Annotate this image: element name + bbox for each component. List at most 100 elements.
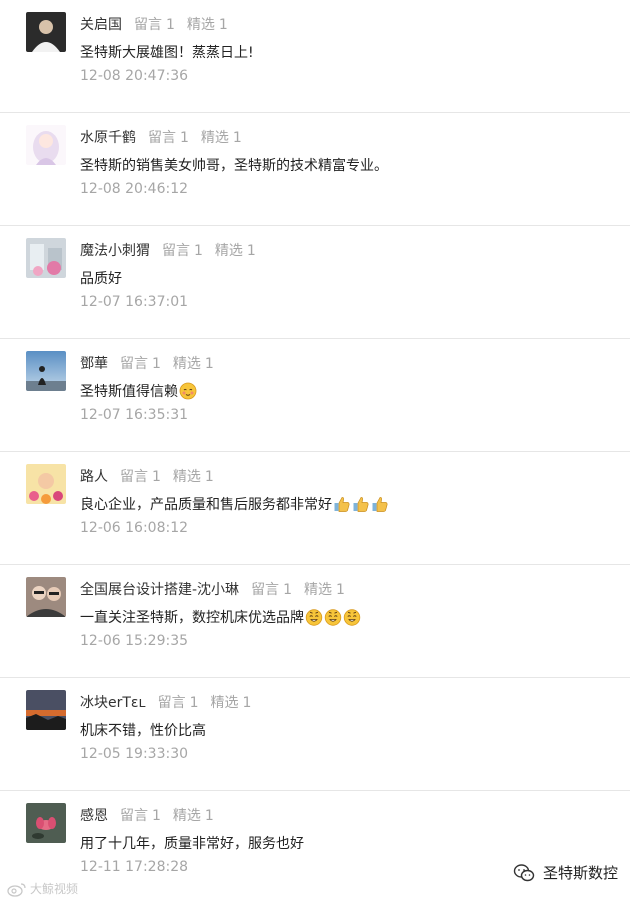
reply-stat: 留言 1 [251, 582, 292, 598]
weibo-logo-icon [7, 882, 26, 897]
comment-text-content: 一直关注圣特斯，数控机床优选品牌 [80, 610, 304, 626]
avatar[interactable] [26, 464, 66, 504]
comment-text-content: 机床不错，性价比高 [80, 723, 206, 739]
avatar[interactable] [26, 12, 66, 52]
select-label: 精选 [200, 130, 229, 146]
comment-text: 圣特斯大展雄图！蒸蒸日上! [80, 42, 254, 62]
comment-time: 12-06 16:08:12 [80, 520, 189, 536]
comment-text-content: 圣特斯值得信赖 [80, 384, 178, 400]
select-count: 1 [204, 469, 214, 485]
comment-text-content: 圣特斯大展雄图！蒸蒸日上! [80, 45, 254, 61]
reply-count: 1 [283, 582, 292, 598]
comment-time: 12-11 17:28:28 [80, 859, 189, 875]
watermark-left-text: 大鲸视频 [30, 882, 79, 896]
select-label: 精选 [303, 582, 332, 598]
nickname[interactable]: 魔法小刺猬 [80, 243, 150, 259]
select-label: 精选 [172, 808, 201, 824]
comment-item: 冰块erTɛʟ 留言 1 精选 1 机床不错，性价比高 12-05 19:33:30 [0, 678, 630, 791]
avatar[interactable] [26, 238, 66, 278]
watermark-right: 圣特斯数控 [513, 862, 618, 883]
watermark-left: 大鲸视频 [6, 880, 78, 897]
select-count: 1 [242, 695, 252, 711]
reply-label: 留言 [134, 17, 162, 33]
nickname[interactable]: 感恩 [80, 808, 108, 824]
select-stat: 精选 1 [173, 808, 214, 824]
comment-text-content: 品质好 [80, 271, 122, 287]
comment-item: 魔法小刺猬 留言 1 精选 1 品质好 12-07 16:37:01 [0, 226, 630, 339]
avatar[interactable] [26, 690, 66, 730]
nickname[interactable]: 鄧華 [80, 356, 108, 372]
select-label: 精选 [210, 695, 239, 711]
nickname[interactable]: 冰块erTɛʟ [80, 695, 146, 711]
comment-text-content: 良心企业，产品质量和售后服务都非常好 [80, 497, 332, 513]
select-stat: 精选 1 [201, 130, 242, 146]
reply-stat: 留言 1 [148, 130, 189, 146]
reply-count: 1 [152, 469, 161, 485]
reply-stat: 留言 1 [120, 356, 161, 372]
select-count: 1 [335, 582, 345, 598]
select-count: 1 [232, 130, 242, 146]
reply-label: 留言 [157, 695, 186, 711]
nickname[interactable]: 全国展台设计搭建-沈小琳 [80, 582, 239, 598]
reply-label: 留言 [120, 469, 148, 485]
comment-time: 12-05 19:33:30 [80, 746, 189, 762]
select-count: 1 [204, 808, 214, 824]
comment-item: 水原千鹤 留言 1 精选 1 圣特斯的销售美女帅哥，圣特斯的技术精富专业。 12-08 20… [0, 113, 630, 226]
nickname[interactable]: 关启国 [80, 17, 122, 33]
reply-label: 留言 [162, 243, 190, 259]
select-label: 精选 [172, 356, 201, 372]
comment-meta: 魔法小刺猬 留言 1 精选 1 [80, 240, 256, 260]
select-stat: 精选 1 [304, 582, 345, 598]
nickname[interactable]: 水原千鹤 [80, 130, 136, 146]
comment-item: 鄧華 留言 1 精选 1 圣特斯值得信赖 12-07 16:35:31 [0, 339, 630, 452]
comment-text-content: 圣特斯的销售美女帅哥，圣特斯的技术精富专业。 [80, 158, 388, 174]
reply-count: 1 [152, 356, 161, 372]
select-label: 精选 [186, 17, 215, 33]
comment-text: 机床不错，性价比高 [80, 720, 206, 740]
comment-text: 用了十几年，质量非常好，服务也好 [80, 833, 304, 853]
smile-emoji-icon [324, 609, 342, 626]
smile-emoji-icon [305, 609, 323, 626]
avatar[interactable] [26, 577, 66, 617]
thumbs-up-emoji-icon [353, 497, 369, 512]
comment-time: 12-08 20:47:36 [80, 68, 189, 84]
comment-item: 全国展台设计搭建-沈小琳 留言 1 精选 1 一直关注圣特斯，数控机床优选品牌 12-06 … [0, 565, 630, 678]
avatar[interactable] [26, 803, 66, 843]
reply-count: 1 [194, 243, 203, 259]
comment-time: 12-08 20:46:12 [80, 181, 189, 197]
watermark-right-text: 圣特斯数控 [542, 864, 618, 882]
reply-label: 留言 [148, 130, 176, 146]
reply-stat: 留言 1 [158, 695, 199, 711]
reply-stat: 留言 1 [134, 17, 175, 33]
reply-label: 留言 [120, 356, 148, 372]
reply-count: 1 [166, 17, 175, 33]
comment-text: 良心企业，产品质量和售后服务都非常好 [80, 494, 389, 514]
comment-time: 12-07 16:37:01 [80, 294, 189, 310]
select-label: 精选 [214, 243, 243, 259]
select-stat: 精选 1 [215, 243, 256, 259]
thumbs-up-emoji-icon [372, 497, 388, 512]
comment-item: 关启国 留言 1 精选 1 圣特斯大展雄图！蒸蒸日上! 12-08 20:47:36 [0, 0, 630, 113]
wechat-logo-icon [513, 863, 535, 881]
blush-emoji-icon [179, 382, 197, 400]
comment-time: 12-06 15:29:35 [80, 633, 189, 649]
select-stat: 精选 1 [173, 356, 214, 372]
select-count: 1 [204, 356, 214, 372]
comment-list: 关启国 留言 1 精选 1 圣特斯大展雄图！蒸蒸日上! 12-08 20:47:36 水原千鹤… [0, 0, 630, 904]
comment-text: 圣特斯的销售美女帅哥，圣特斯的技术精富专业。 [80, 155, 388, 175]
reply-stat: 留言 1 [162, 243, 203, 259]
comment-meta: 关启国 留言 1 精选 1 [80, 14, 228, 34]
comment-meta: 路人 留言 1 精选 1 [80, 466, 214, 486]
nickname[interactable]: 路人 [80, 469, 108, 485]
reply-count: 1 [180, 130, 189, 146]
avatar[interactable] [26, 351, 66, 391]
select-count: 1 [246, 243, 256, 259]
reply-stat: 留言 1 [120, 469, 161, 485]
comment-item: 感恩 留言 1 精选 1 用了十几年，质量非常好，服务也好 12-11 17:28:28 [0, 791, 630, 904]
avatar[interactable] [26, 125, 66, 165]
comment-item: 路人 留言 1 精选 1 良心企业，产品质量和售后服务都非常好 12-06 16:08:12 [0, 452, 630, 565]
reply-count: 1 [152, 808, 161, 824]
reply-stat: 留言 1 [120, 808, 161, 824]
comment-meta: 感恩 留言 1 精选 1 [80, 805, 214, 825]
select-stat: 精选 1 [187, 17, 228, 33]
